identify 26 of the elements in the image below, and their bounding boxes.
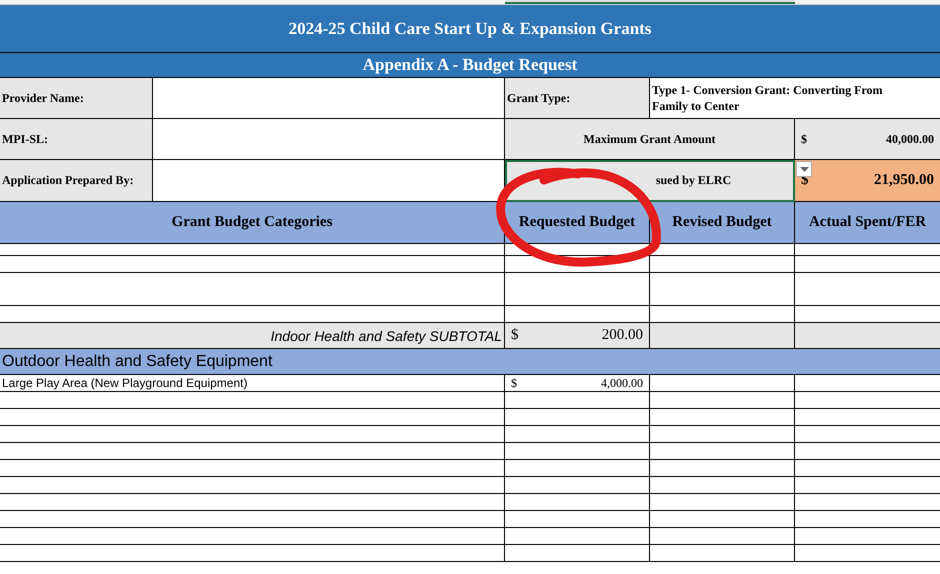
field-label: Application Prepared By: (0, 160, 153, 202)
amount: 21,950.00 (874, 172, 934, 189)
mpi-sl-field[interactable] (153, 119, 505, 160)
field-label: Provider Name: (0, 78, 153, 119)
sheet-subtitle: Appendix A - Budget Request (0, 53, 940, 78)
provider-name-field[interactable] (153, 78, 505, 119)
field-label: Grant Type: (505, 78, 650, 119)
currency-sign: $ (801, 132, 807, 146)
amount: 40,000.00 (886, 132, 934, 146)
field-label: MPI-SL: (0, 119, 153, 160)
column-header: Actual Spent/FER (795, 202, 940, 244)
caret-icon (800, 166, 808, 172)
currency-sign: $ (511, 376, 517, 390)
currency-sign: $ (511, 327, 518, 344)
dropdown-button[interactable] (796, 161, 812, 177)
subtotal-label: Indoor Health and Safety SUBTOTAL (0, 323, 505, 349)
column-header: Grant Budget Categories (0, 202, 505, 244)
field-label: Maximum Grant Amount (505, 119, 795, 160)
section-heading: Outdoor Health and Safety Equipment (0, 349, 940, 375)
column-header: Requested Budget (505, 202, 650, 244)
amount: 4,000.00 (601, 376, 643, 390)
column-header: Revised Budget (650, 202, 795, 244)
sheet-title: 2024-25 Child Care Start Up & Expansion Grants (0, 5, 940, 53)
category-cell: Large Play Area (New Playground Equipment) (0, 375, 505, 392)
amount: 200.00 (602, 327, 643, 344)
prepared-by-field[interactable] (153, 160, 505, 202)
